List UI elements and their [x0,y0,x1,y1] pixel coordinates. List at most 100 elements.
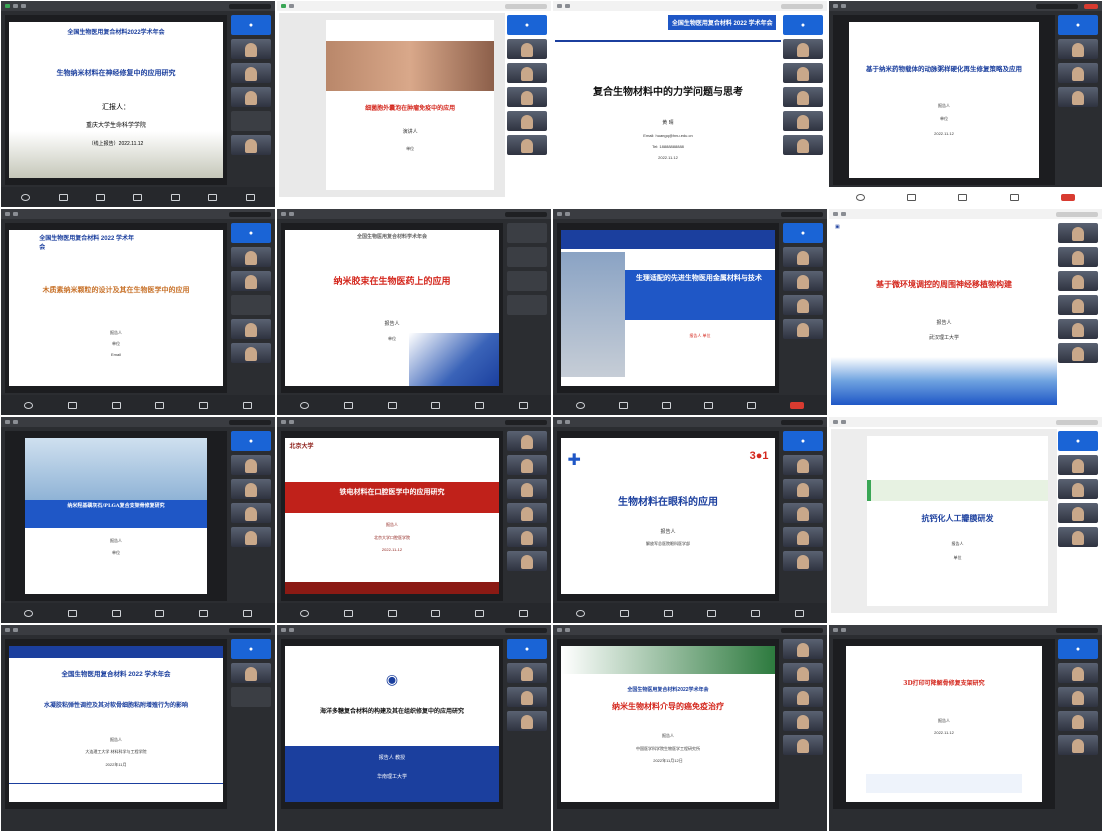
participant-tile[interactable] [231,343,271,363]
participant-tile[interactable] [507,111,547,131]
mic-icon[interactable] [24,401,34,409]
participant-tile[interactable] [1058,479,1098,499]
participant-tile[interactable] [507,87,547,107]
participant-tile[interactable] [507,247,547,267]
participants-icon[interactable] [431,401,441,409]
participant-tile[interactable] [507,687,547,707]
participant-tile[interactable] [507,135,547,155]
participant-tile[interactable] [507,431,547,451]
participant-list[interactable]: ● [506,15,548,185]
participant-tile[interactable] [1058,687,1098,707]
participants-icon[interactable] [155,609,165,617]
settings-icon[interactable] [518,609,528,617]
settings-icon[interactable] [518,401,528,409]
participants-icon[interactable] [133,193,143,201]
participant-list[interactable]: ● [782,223,824,393]
camera-icon[interactable] [907,193,917,201]
participant-tile[interactable] [231,479,271,499]
participant-tile[interactable] [1058,319,1098,339]
meeting-window-1[interactable]: 全国生物医用复合材料2022学术年会 生物纳米材料在神经修复中的应用研究 汇报人… [0,0,276,208]
participant-tile[interactable] [783,527,823,547]
record-icon[interactable] [208,193,218,201]
participant-tile[interactable] [507,223,547,243]
participant-tile[interactable] [231,111,271,131]
share-icon[interactable] [958,193,968,201]
leave-button[interactable] [1060,193,1075,201]
participant-list[interactable]: ● [230,431,272,601]
participant-tile[interactable] [1058,247,1098,267]
meeting-window-16[interactable]: 3D打印可降解骨修复支架研究 报告人 2022.11.12 ● [828,624,1103,832]
meeting-window-10[interactable]: 北京大学 铁电材料在口腔医学中的应用研究 报告人 北京大学口腔医学院 2022-… [276,416,552,624]
settings-icon[interactable] [242,609,252,617]
camera-icon[interactable] [58,193,68,201]
mic-icon[interactable] [24,609,34,617]
meeting-window-4[interactable]: 基于纳米药物载体的动脉粥样硬化再生修复策略及应用 报告人 单位 2022.11.… [828,0,1103,208]
participant-tile[interactable] [507,527,547,547]
mic-icon[interactable] [575,401,585,409]
participant-tile[interactable] [783,247,823,267]
participant-list[interactable]: ● [230,223,272,393]
participant-tile[interactable] [783,295,823,315]
participant-tile[interactable] [507,711,547,731]
participant-tile[interactable] [783,63,823,83]
settings-icon[interactable] [242,401,252,409]
participant-tile[interactable] [231,295,271,315]
participant-tile[interactable]: ● [231,431,271,451]
chat-icon[interactable] [198,401,208,409]
participant-tile[interactable] [507,551,547,571]
participant-tile[interactable] [231,503,271,523]
mic-icon[interactable] [21,193,31,201]
participant-tile[interactable] [231,663,271,683]
participant-tile[interactable] [231,63,271,83]
participant-list[interactable] [506,431,548,601]
participant-list[interactable]: ● [230,639,272,809]
participant-tile[interactable] [231,247,271,267]
camera-icon[interactable] [67,401,77,409]
participant-tile[interactable] [783,455,823,475]
participant-tile[interactable]: ● [1058,431,1098,451]
participant-tile[interactable] [507,63,547,83]
participant-tile[interactable] [1058,735,1098,755]
participant-tile[interactable]: ● [783,431,823,451]
participants-icon[interactable] [707,609,717,617]
meeting-window-9[interactable]: 纳米羟基磷灰石/PLGA复合支架骨修复研究 报告人 单位 ● [0,416,276,624]
participant-tile[interactable] [1058,503,1098,523]
participant-tile[interactable] [231,455,271,475]
participant-tile[interactable] [783,479,823,499]
participant-tile[interactable] [1058,295,1098,315]
participant-list[interactable]: ● [1057,15,1099,185]
participant-tile[interactable]: ● [783,223,823,243]
participant-tile[interactable] [507,271,547,291]
participant-tile[interactable] [1058,39,1098,59]
participant-tile[interactable] [507,455,547,475]
participant-list[interactable] [782,639,824,809]
participant-list[interactable] [506,223,548,393]
camera-icon[interactable] [343,401,353,409]
participant-tile[interactable] [783,551,823,571]
participant-tile[interactable]: ● [231,15,271,35]
mic-icon[interactable] [300,609,310,617]
participant-list[interactable]: ● [230,15,272,185]
participant-tile[interactable] [1058,711,1098,731]
participant-list[interactable]: ● [782,431,824,601]
participant-tile[interactable]: ● [1058,639,1098,659]
participant-tile[interactable] [231,527,271,547]
participant-tile[interactable] [783,735,823,755]
leave-button[interactable] [790,401,805,409]
participant-tile[interactable] [783,503,823,523]
participants-icon[interactable] [155,401,165,409]
participant-tile[interactable] [783,39,823,59]
participant-tile[interactable] [783,111,823,131]
participant-tile[interactable] [783,271,823,291]
share-icon[interactable] [387,609,397,617]
mic-icon[interactable] [576,609,586,617]
participant-tile[interactable] [507,663,547,683]
chat-icon[interactable] [474,401,484,409]
mic-icon[interactable] [856,193,866,201]
participant-tile[interactable] [1058,63,1098,83]
participant-tile[interactable] [507,503,547,523]
participants-icon[interactable] [431,609,441,617]
meeting-window-12[interactable]: 抗钙化人工瓣膜研发 报告人 单位 ● [828,416,1103,624]
participant-tile[interactable] [231,87,271,107]
participant-tile[interactable] [1058,527,1098,547]
